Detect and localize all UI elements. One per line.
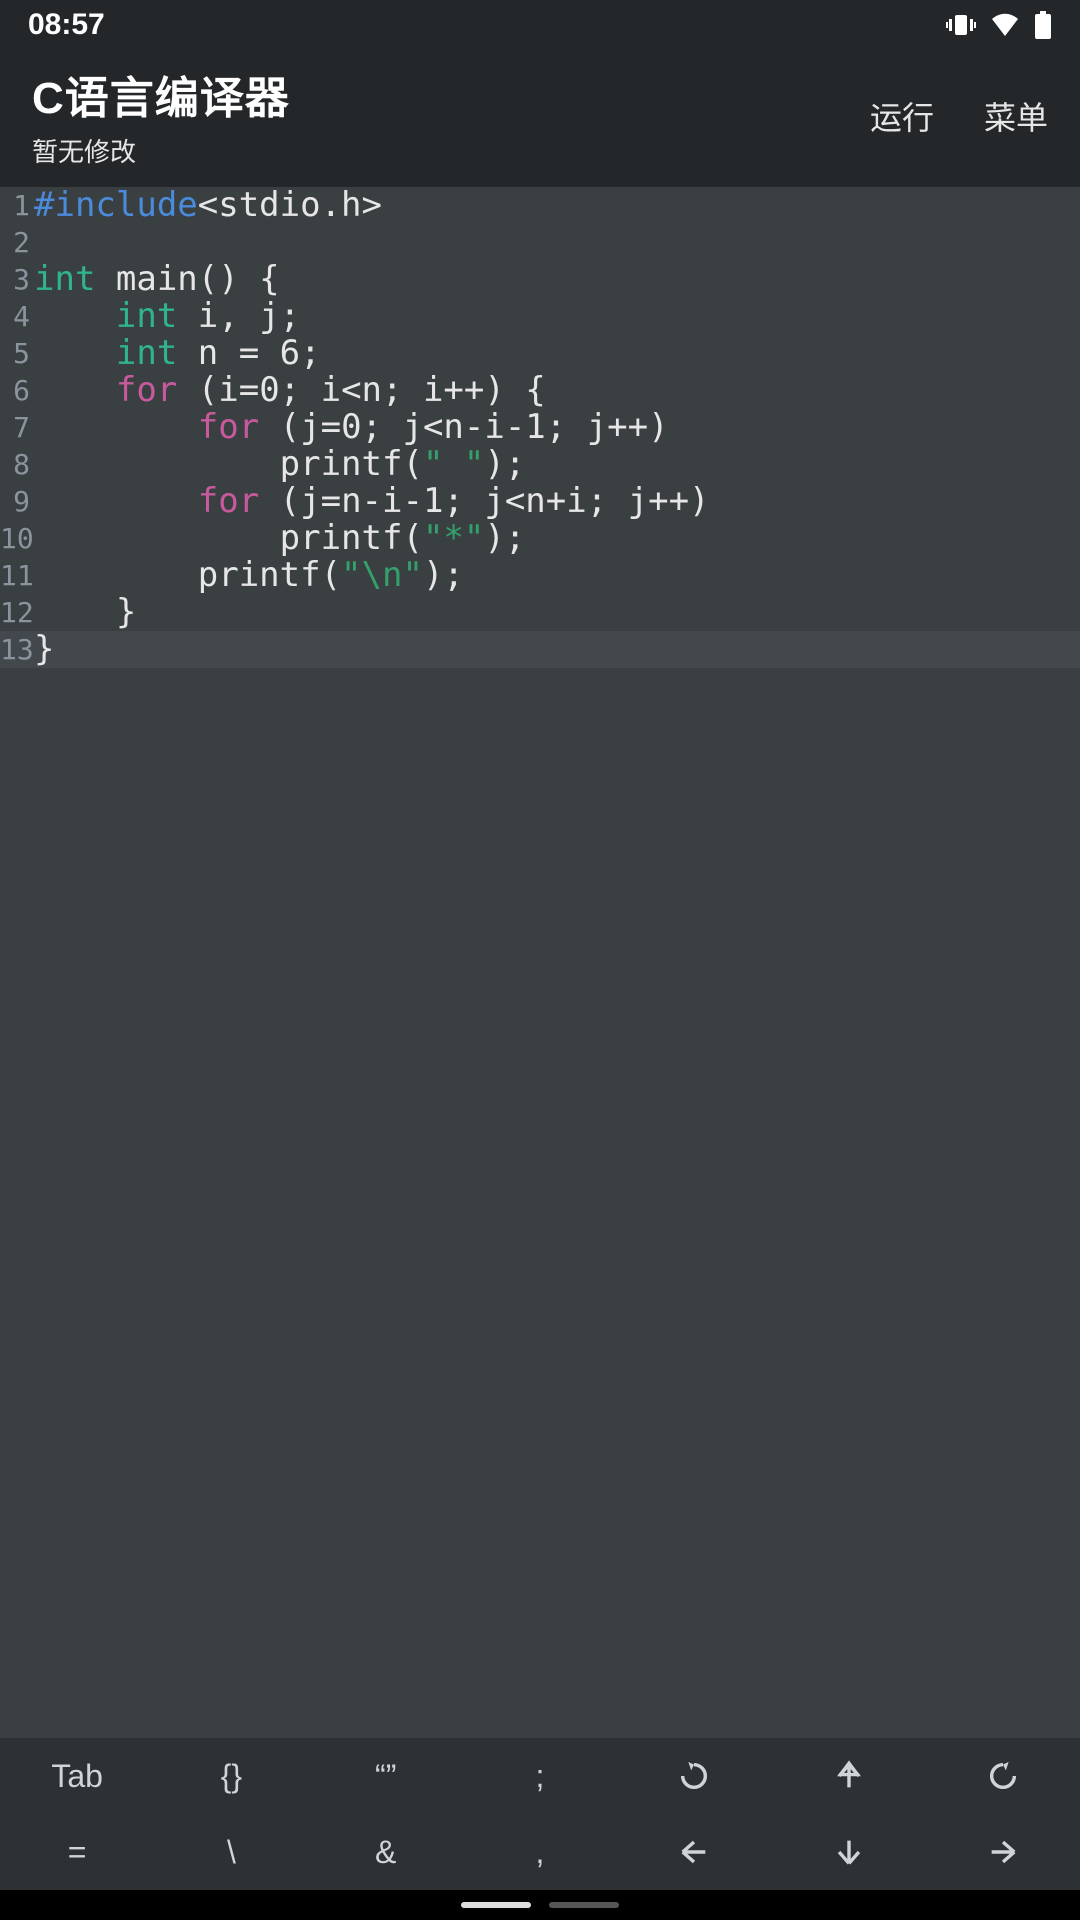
key-backslash[interactable]: \ — [154, 1814, 308, 1890]
line-number: 2 — [0, 224, 34, 261]
line-number: 6 — [0, 372, 34, 409]
status-time: 08:57 — [28, 8, 105, 42]
status-bar: 08:57 — [0, 0, 1080, 50]
key-quotes[interactable]: “” — [309, 1738, 463, 1814]
code-line[interactable]: 10 printf("*"); — [0, 520, 1080, 557]
line-number: 7 — [0, 409, 34, 446]
key-semicolon[interactable]: ; — [463, 1738, 617, 1814]
battery-icon — [1034, 11, 1052, 39]
line-number: 9 — [0, 483, 34, 520]
key-braces[interactable]: {} — [154, 1738, 308, 1814]
code-content[interactable]: for (j=0; j<n-i-1; j++) — [34, 409, 669, 446]
key-arrow-right[interactable] — [926, 1814, 1080, 1890]
key-arrow-down[interactable] — [771, 1814, 925, 1890]
run-button[interactable]: 运行 — [870, 93, 934, 139]
line-number: 13 — [0, 631, 34, 668]
app-header: C语言编译器 暂无修改 运行 菜单 — [0, 50, 1080, 187]
app-title: C语言编译器 — [32, 62, 290, 126]
status-icons — [946, 11, 1052, 39]
code-content[interactable]: } — [34, 631, 54, 668]
app-subtitle: 暂无修改 — [32, 132, 290, 169]
key-comma[interactable]: , — [463, 1814, 617, 1890]
code-line[interactable]: 4 int i, j; — [0, 298, 1080, 335]
code-content[interactable]: #include<stdio.h> — [34, 187, 382, 224]
code-content[interactable]: } — [34, 594, 136, 631]
code-line[interactable]: 13} — [0, 631, 1080, 668]
key-ampersand[interactable]: & — [309, 1814, 463, 1890]
key-arrow-left[interactable] — [617, 1814, 771, 1890]
code-line[interactable]: 7 for (j=0; j<n-i-1; j++) — [0, 409, 1080, 446]
code-content[interactable]: printf("*"); — [34, 520, 525, 557]
symbol-toolbar: Tab{}“”; =\&, — [0, 1738, 1080, 1890]
code-line[interactable]: 6 for (i=0; i<n; i++) { — [0, 372, 1080, 409]
code-content[interactable]: int main() { — [34, 261, 280, 298]
wifi-icon — [990, 13, 1020, 37]
code-line[interactable]: 5 int n = 6; — [0, 335, 1080, 372]
code-content[interactable]: printf(" "); — [34, 446, 525, 483]
arrow-up-icon — [832, 1759, 866, 1793]
nav-indicator-secondary — [549, 1902, 619, 1908]
line-number: 4 — [0, 298, 34, 335]
nav-indicator — [461, 1902, 531, 1908]
code-content[interactable]: int i, j; — [34, 298, 300, 335]
menu-button[interactable]: 菜单 — [984, 93, 1048, 139]
line-number: 8 — [0, 446, 34, 483]
code-line[interactable]: 1#include<stdio.h> — [0, 187, 1080, 224]
line-number: 11 — [0, 557, 34, 594]
code-line[interactable]: 3int main() { — [0, 261, 1080, 298]
code-content[interactable]: printf("\n"); — [34, 557, 464, 594]
undo-icon — [677, 1759, 711, 1793]
key-arrow-up[interactable] — [771, 1738, 925, 1814]
code-line[interactable]: 8 printf(" "); — [0, 446, 1080, 483]
code-line[interactable]: 9 for (j=n-i-1; j<n+i; j++) — [0, 483, 1080, 520]
code-content[interactable]: int n = 6; — [34, 335, 321, 372]
arrow-left-icon — [677, 1835, 711, 1869]
line-number: 1 — [0, 187, 34, 224]
line-number: 3 — [0, 261, 34, 298]
system-navbar — [0, 1890, 1080, 1920]
code-line[interactable]: 2 — [0, 224, 1080, 261]
code-line[interactable]: 11 printf("\n"); — [0, 557, 1080, 594]
key-undo[interactable] — [617, 1738, 771, 1814]
code-content[interactable]: for (j=n-i-1; j<n+i; j++) — [34, 483, 710, 520]
arrow-down-icon — [832, 1835, 866, 1869]
line-number: 10 — [0, 520, 34, 557]
code-content[interactable]: for (i=0; i<n; i++) { — [34, 372, 546, 409]
code-editor[interactable]: 1#include<stdio.h>23int main() {4 int i,… — [0, 187, 1080, 1738]
redo-icon — [986, 1759, 1020, 1793]
line-number: 5 — [0, 335, 34, 372]
arrow-right-icon — [986, 1835, 1020, 1869]
key-equals[interactable]: = — [0, 1814, 154, 1890]
vibrate-icon — [946, 13, 976, 37]
key-tab[interactable]: Tab — [0, 1738, 154, 1814]
key-redo[interactable] — [926, 1738, 1080, 1814]
line-number: 12 — [0, 594, 34, 631]
code-line[interactable]: 12 } — [0, 594, 1080, 631]
